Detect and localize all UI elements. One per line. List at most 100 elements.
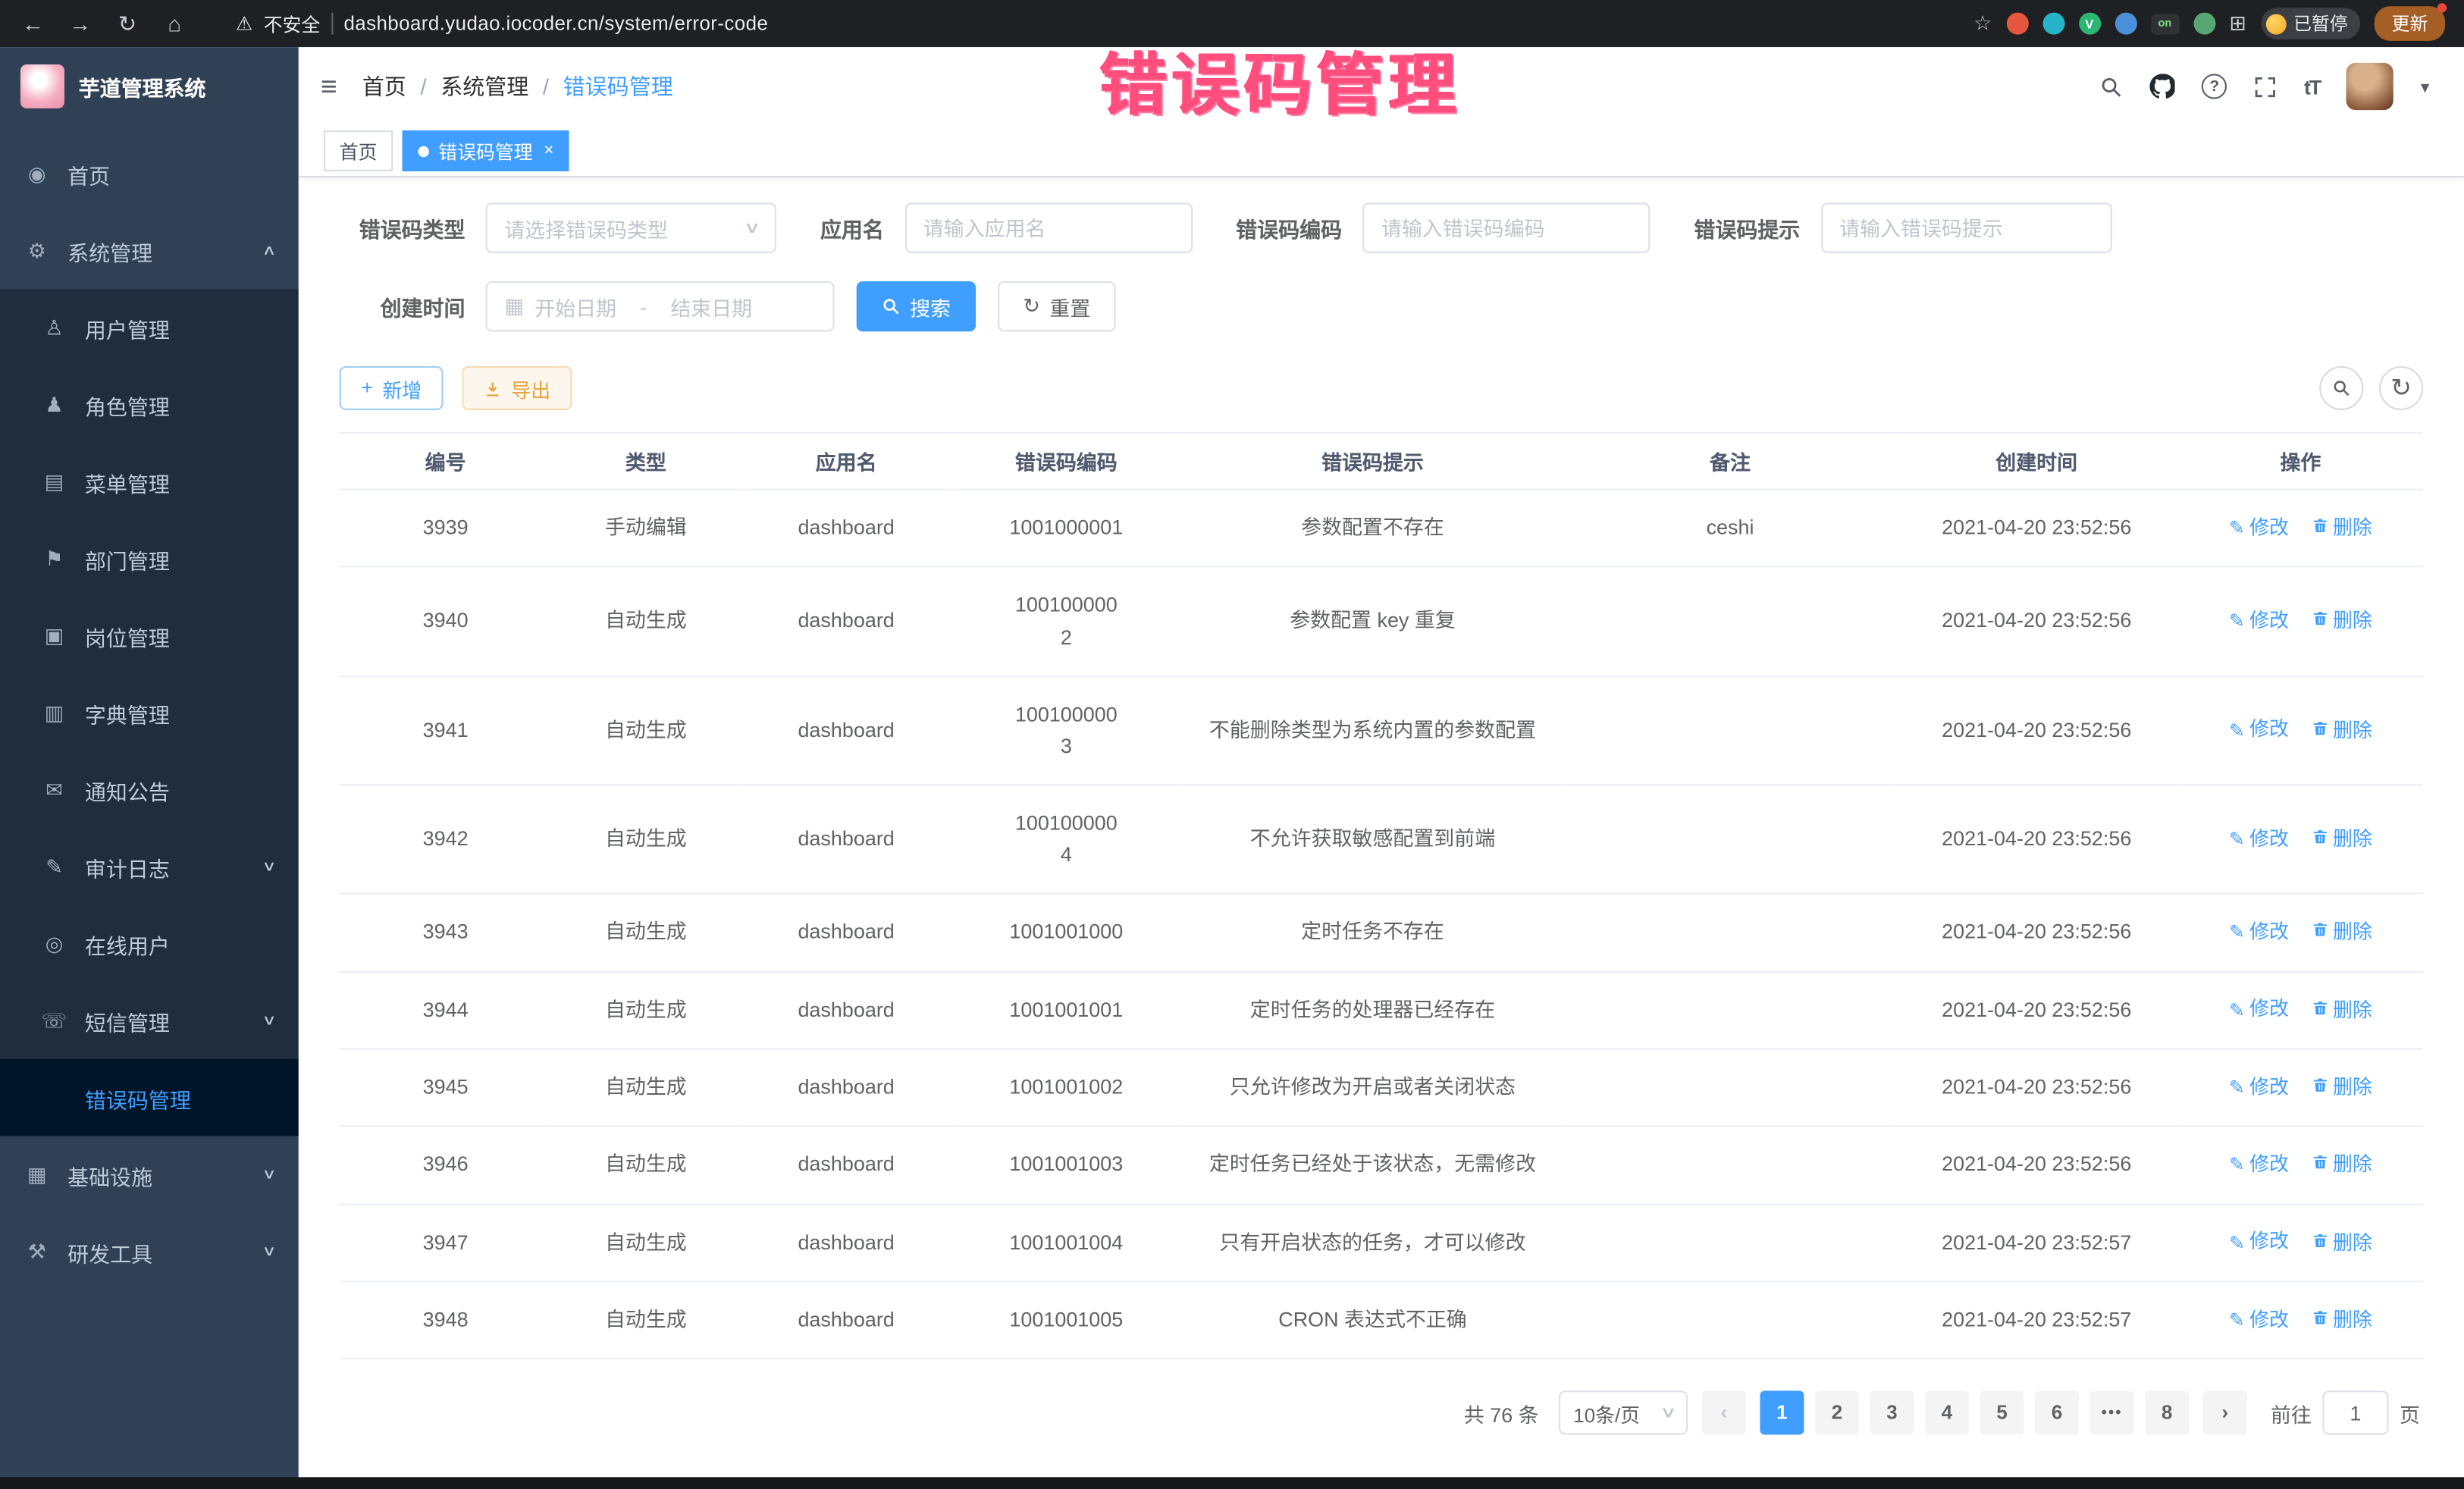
sidebar-item-dict[interactable]: ▥字典管理 — [0, 674, 299, 751]
pager-page-8[interactable]: 8 — [2145, 1391, 2189, 1435]
edit-link[interactable]: ✎修改 — [2229, 716, 2289, 746]
delete-link[interactable]: 删除 — [2311, 1228, 2372, 1259]
time-label: 创建时间 — [340, 290, 466, 321]
goto-page-input[interactable] — [2322, 1391, 2388, 1435]
page-size-select[interactable]: 10条/页 ∨ — [1560, 1391, 1688, 1435]
sidebar-item-system[interactable]: ⚙系统管理∧ — [0, 212, 299, 290]
update-button[interactable]: 更新 — [2375, 6, 2445, 41]
next-page-button[interactable]: › — [2203, 1391, 2247, 1435]
sidebar-item-audit[interactable]: ✎审计日志∨ — [0, 828, 299, 905]
edit-icon: ✎ — [2229, 1228, 2245, 1258]
delete-link[interactable]: 删除 — [2311, 995, 2372, 1026]
edit-link[interactable]: ✎修改 — [2229, 917, 2289, 948]
caret-down-icon[interactable]: ▾ — [2421, 77, 2429, 97]
edit-link[interactable]: ✎修改 — [2229, 995, 2289, 1025]
tab-error-code[interactable]: 错误码管理 × — [403, 130, 570, 171]
reload-icon[interactable]: ↻ — [113, 10, 141, 36]
pager-page-5[interactable]: 5 — [1980, 1391, 2024, 1435]
extensions-puzzle-icon[interactable]: ⊞ — [2229, 11, 2246, 36]
cell-type: 自动生成 — [552, 1281, 741, 1359]
extension-icon[interactable] — [2006, 13, 2028, 35]
extension-icon[interactable] — [2193, 13, 2215, 35]
address-bar[interactable]: ⚠ 不安全 dashboard.yudao.iocoder.cn/system/… — [236, 10, 768, 36]
pager-page-2[interactable]: 2 — [1815, 1391, 1859, 1435]
cell-code: 1001001005 — [952, 1281, 1180, 1359]
sidebar-item-online[interactable]: ◎在线用户 — [0, 905, 299, 983]
delete-link[interactable]: 删除 — [2311, 1074, 2372, 1104]
app-input[interactable] — [923, 216, 1174, 240]
sidebar-item-home[interactable]: ◉首页 — [0, 135, 299, 212]
cell-remark — [1565, 1281, 1895, 1359]
pager-page-4[interactable]: 4 — [1925, 1391, 1969, 1435]
extension-icon[interactable] — [2042, 13, 2064, 35]
sidebar-item-sms[interactable]: ☏短信管理∨ — [0, 982, 299, 1059]
edit-link[interactable]: ✎修改 — [2229, 824, 2289, 854]
add-button[interactable]: + 新增 — [340, 366, 444, 410]
delete-link[interactable]: 删除 — [2311, 514, 2372, 544]
sidebar-item-label: 角色管理 — [85, 389, 170, 420]
tab-home[interactable]: 首页 — [324, 130, 393, 171]
delete-link[interactable]: 删除 — [2311, 918, 2372, 948]
pager-page-3[interactable]: 3 — [1870, 1391, 1914, 1435]
extension-icon[interactable] — [2114, 13, 2136, 35]
delete-link[interactable]: 删除 — [2311, 1306, 2372, 1337]
home-icon[interactable]: ⌂ — [160, 11, 188, 36]
cell-type: 自动生成 — [552, 894, 741, 971]
refresh-button[interactable]: ↻ — [2379, 366, 2423, 410]
edit-link[interactable]: ✎修改 — [2229, 1306, 2289, 1336]
github-icon[interactable] — [2150, 74, 2175, 99]
prev-page-button[interactable]: ‹ — [1702, 1391, 1746, 1435]
sidebar-item-role[interactable]: ♟角色管理 — [0, 366, 299, 444]
extension-icon[interactable]: V — [2078, 13, 2100, 35]
sidebar-item-tools[interactable]: ⚒研发工具∨ — [0, 1213, 299, 1290]
export-button[interactable]: 导出 — [462, 366, 572, 410]
hint-input[interactable] — [1839, 216, 2093, 240]
paused-badge[interactable]: 已暂停 — [2261, 8, 2361, 39]
delete-link[interactable]: 删除 — [2311, 716, 2372, 746]
edit-link[interactable]: ✎修改 — [2229, 1073, 2289, 1103]
breadcrumb-item[interactable]: 首页 — [362, 71, 406, 102]
help-icon[interactable]: ? — [2202, 74, 2227, 99]
sidebar-item-label: 系统管理 — [67, 235, 152, 266]
fullscreen-icon[interactable] — [2254, 74, 2277, 98]
forward-icon[interactable]: → — [66, 11, 94, 36]
date-range-picker[interactable]: ▦ 开始日期 - 结束日期 — [485, 281, 834, 331]
sidebar-item-infra[interactable]: ▦基础设施∨ — [0, 1136, 299, 1214]
reset-button[interactable]: ↻ 重置 — [998, 281, 1115, 331]
edit-link[interactable]: ✎修改 — [2229, 1227, 2289, 1258]
sidebar-item-errorcode[interactable]: 错误码管理 — [0, 1059, 299, 1136]
font-size-icon[interactable]: tT — [2304, 74, 2320, 98]
pager-page-6[interactable]: 6 — [2035, 1391, 2079, 1435]
show-search-button[interactable] — [2319, 366, 2363, 410]
search-icon[interactable] — [2100, 74, 2124, 98]
trash-icon — [2311, 918, 2328, 948]
pager-more-button[interactable]: ••• — [2090, 1391, 2134, 1435]
sidebar-item-user[interactable]: ♙用户管理 — [0, 289, 299, 366]
hamburger-icon[interactable]: ≡ — [321, 70, 337, 103]
edit-link[interactable]: ✎修改 — [2229, 1150, 2289, 1180]
delete-link[interactable]: 删除 — [2311, 1151, 2372, 1181]
back-icon[interactable]: ← — [19, 11, 47, 36]
delete-link[interactable]: 删除 — [2311, 607, 2372, 638]
pager-page-1[interactable]: 1 — [1760, 1391, 1804, 1435]
column-header: 编号 — [340, 433, 552, 490]
delete-link[interactable]: 删除 — [2311, 825, 2372, 855]
sidebar-item-notice[interactable]: ✉通知公告 — [0, 751, 299, 829]
sidebar-item-menu[interactable]: ▤菜单管理 — [0, 444, 299, 521]
extension-on-icon[interactable]: on — [2151, 14, 2179, 34]
edit-link[interactable]: ✎修改 — [2229, 607, 2289, 637]
close-icon[interactable]: × — [544, 142, 553, 161]
sidebar-item-post[interactable]: ▣岗位管理 — [0, 597, 299, 675]
bookmark-star-icon[interactable]: ☆ — [1973, 11, 1992, 36]
edit-link[interactable]: ✎修改 — [2229, 513, 2289, 544]
breadcrumb-item[interactable]: 系统管理 — [440, 71, 528, 102]
search-button[interactable]: 搜索 — [857, 281, 977, 331]
logo[interactable]: 芋道管理系统 — [0, 47, 299, 126]
code-input[interactable] — [1381, 216, 1632, 240]
sidebar-item-dept[interactable]: ⚑部门管理 — [0, 520, 299, 597]
type-select[interactable]: 请选择错误码类型 ∨ — [485, 202, 776, 252]
user-avatar[interactable] — [2347, 63, 2394, 110]
tools-icon: ⚒ — [24, 1239, 50, 1264]
app-label: 应用名 — [820, 212, 884, 243]
gear-icon: ⚙ — [24, 238, 50, 263]
